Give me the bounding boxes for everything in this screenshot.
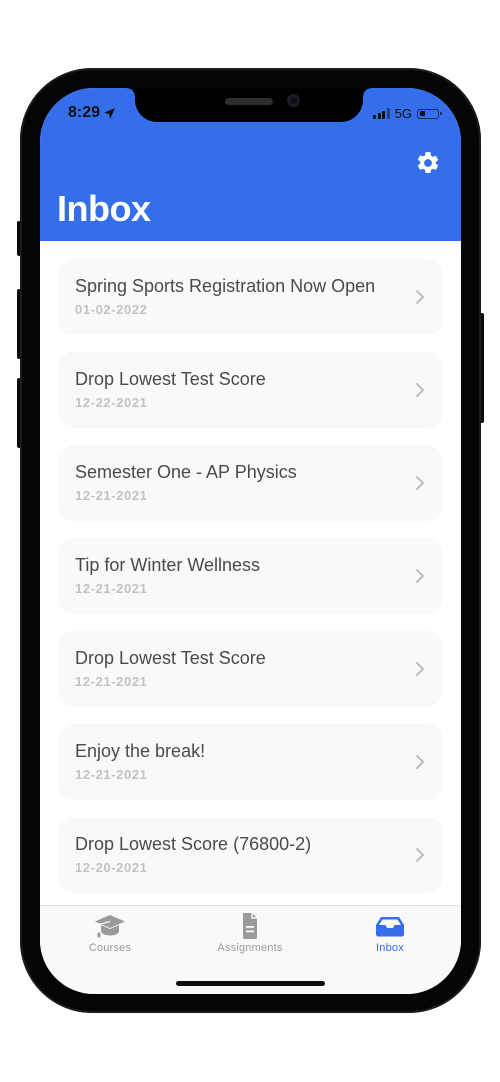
message-title: Semester One - AP Physics — [75, 462, 297, 482]
network-label: 5G — [394, 106, 412, 121]
message-list[interactable]: Spring Sports Registration Now Open 01-0… — [40, 241, 461, 905]
inbox-tray-icon — [376, 917, 404, 937]
message-date: 12-20-2021 — [75, 860, 148, 875]
tab-label: Assignments — [217, 942, 283, 954]
message-date: 12-21-2021 — [75, 581, 148, 596]
battery-level — [419, 111, 425, 116]
chevron-right-icon — [416, 383, 424, 397]
tab-label: Inbox — [376, 942, 404, 954]
tab-inbox[interactable]: Inbox — [340, 912, 440, 956]
message-title: Tip for Winter Wellness — [75, 555, 261, 575]
location-arrow-icon — [104, 107, 115, 119]
chevron-right-icon — [416, 569, 424, 583]
chevron-right-icon — [416, 755, 424, 769]
message-item[interactable]: Drop Lowest Test Score 12-22-2021 — [58, 352, 443, 428]
message-item[interactable]: Enjoy the break! 12-21-2021 — [58, 724, 443, 800]
tab-courses[interactable]: Courses — [60, 912, 160, 956]
chevron-right-icon — [416, 476, 424, 490]
gear-icon[interactable] — [415, 150, 441, 176]
tab-assignments[interactable]: Assignments — [200, 912, 300, 956]
graduation-cap-icon — [95, 915, 125, 938]
battery-icon — [417, 108, 442, 119]
notch — [127, 88, 371, 122]
chevron-right-icon — [416, 290, 424, 304]
home-indicator[interactable] — [176, 981, 325, 986]
page-title: Inbox — [57, 188, 151, 229]
status-indicators: 5G — [373, 106, 442, 121]
message-title: Drop Lowest Test Score — [75, 648, 266, 668]
app-header: 8:29 5G Inbox — [40, 88, 461, 241]
message-item[interactable]: Tip for Winter Wellness 12-21-2021 — [58, 538, 443, 614]
message-item[interactable]: Spring Sports Registration Now Open 01-0… — [58, 259, 443, 335]
chevron-right-icon — [416, 848, 424, 862]
tab-bar: Courses Assignments Inbox — [40, 905, 461, 994]
message-title: Spring Sports Registration Now Open — [75, 276, 376, 296]
message-item[interactable]: Semester One - AP Physics 12-21-2021 — [58, 445, 443, 521]
signal-icon — [373, 108, 390, 119]
speaker-grille — [225, 98, 273, 105]
tab-label: Courses — [88, 942, 132, 954]
message-item[interactable]: Drop Lowest Score (76800-2) 12-20-2021 — [58, 817, 443, 893]
message-date: 12-21-2021 — [75, 767, 148, 782]
message-title: Drop Lowest Score (76800-2) — [75, 834, 312, 854]
message-title: Enjoy the break! — [75, 741, 206, 761]
status-time: 8:29 — [68, 104, 116, 122]
status-time-text: 8:29 — [68, 104, 101, 121]
message-date: 12-21-2021 — [75, 674, 148, 689]
message-date: 01-02-2022 — [75, 302, 148, 317]
front-camera — [287, 94, 300, 107]
screen: 8:29 5G Inbox Spring Sports Registration… — [40, 88, 461, 994]
message-title: Drop Lowest Test Score — [75, 369, 266, 389]
message-item[interactable]: Drop Lowest Test Score 12-21-2021 — [58, 631, 443, 707]
message-date: 12-22-2021 — [75, 395, 148, 410]
document-icon — [243, 913, 257, 939]
message-date: 12-21-2021 — [75, 488, 148, 503]
chevron-right-icon — [416, 662, 424, 676]
